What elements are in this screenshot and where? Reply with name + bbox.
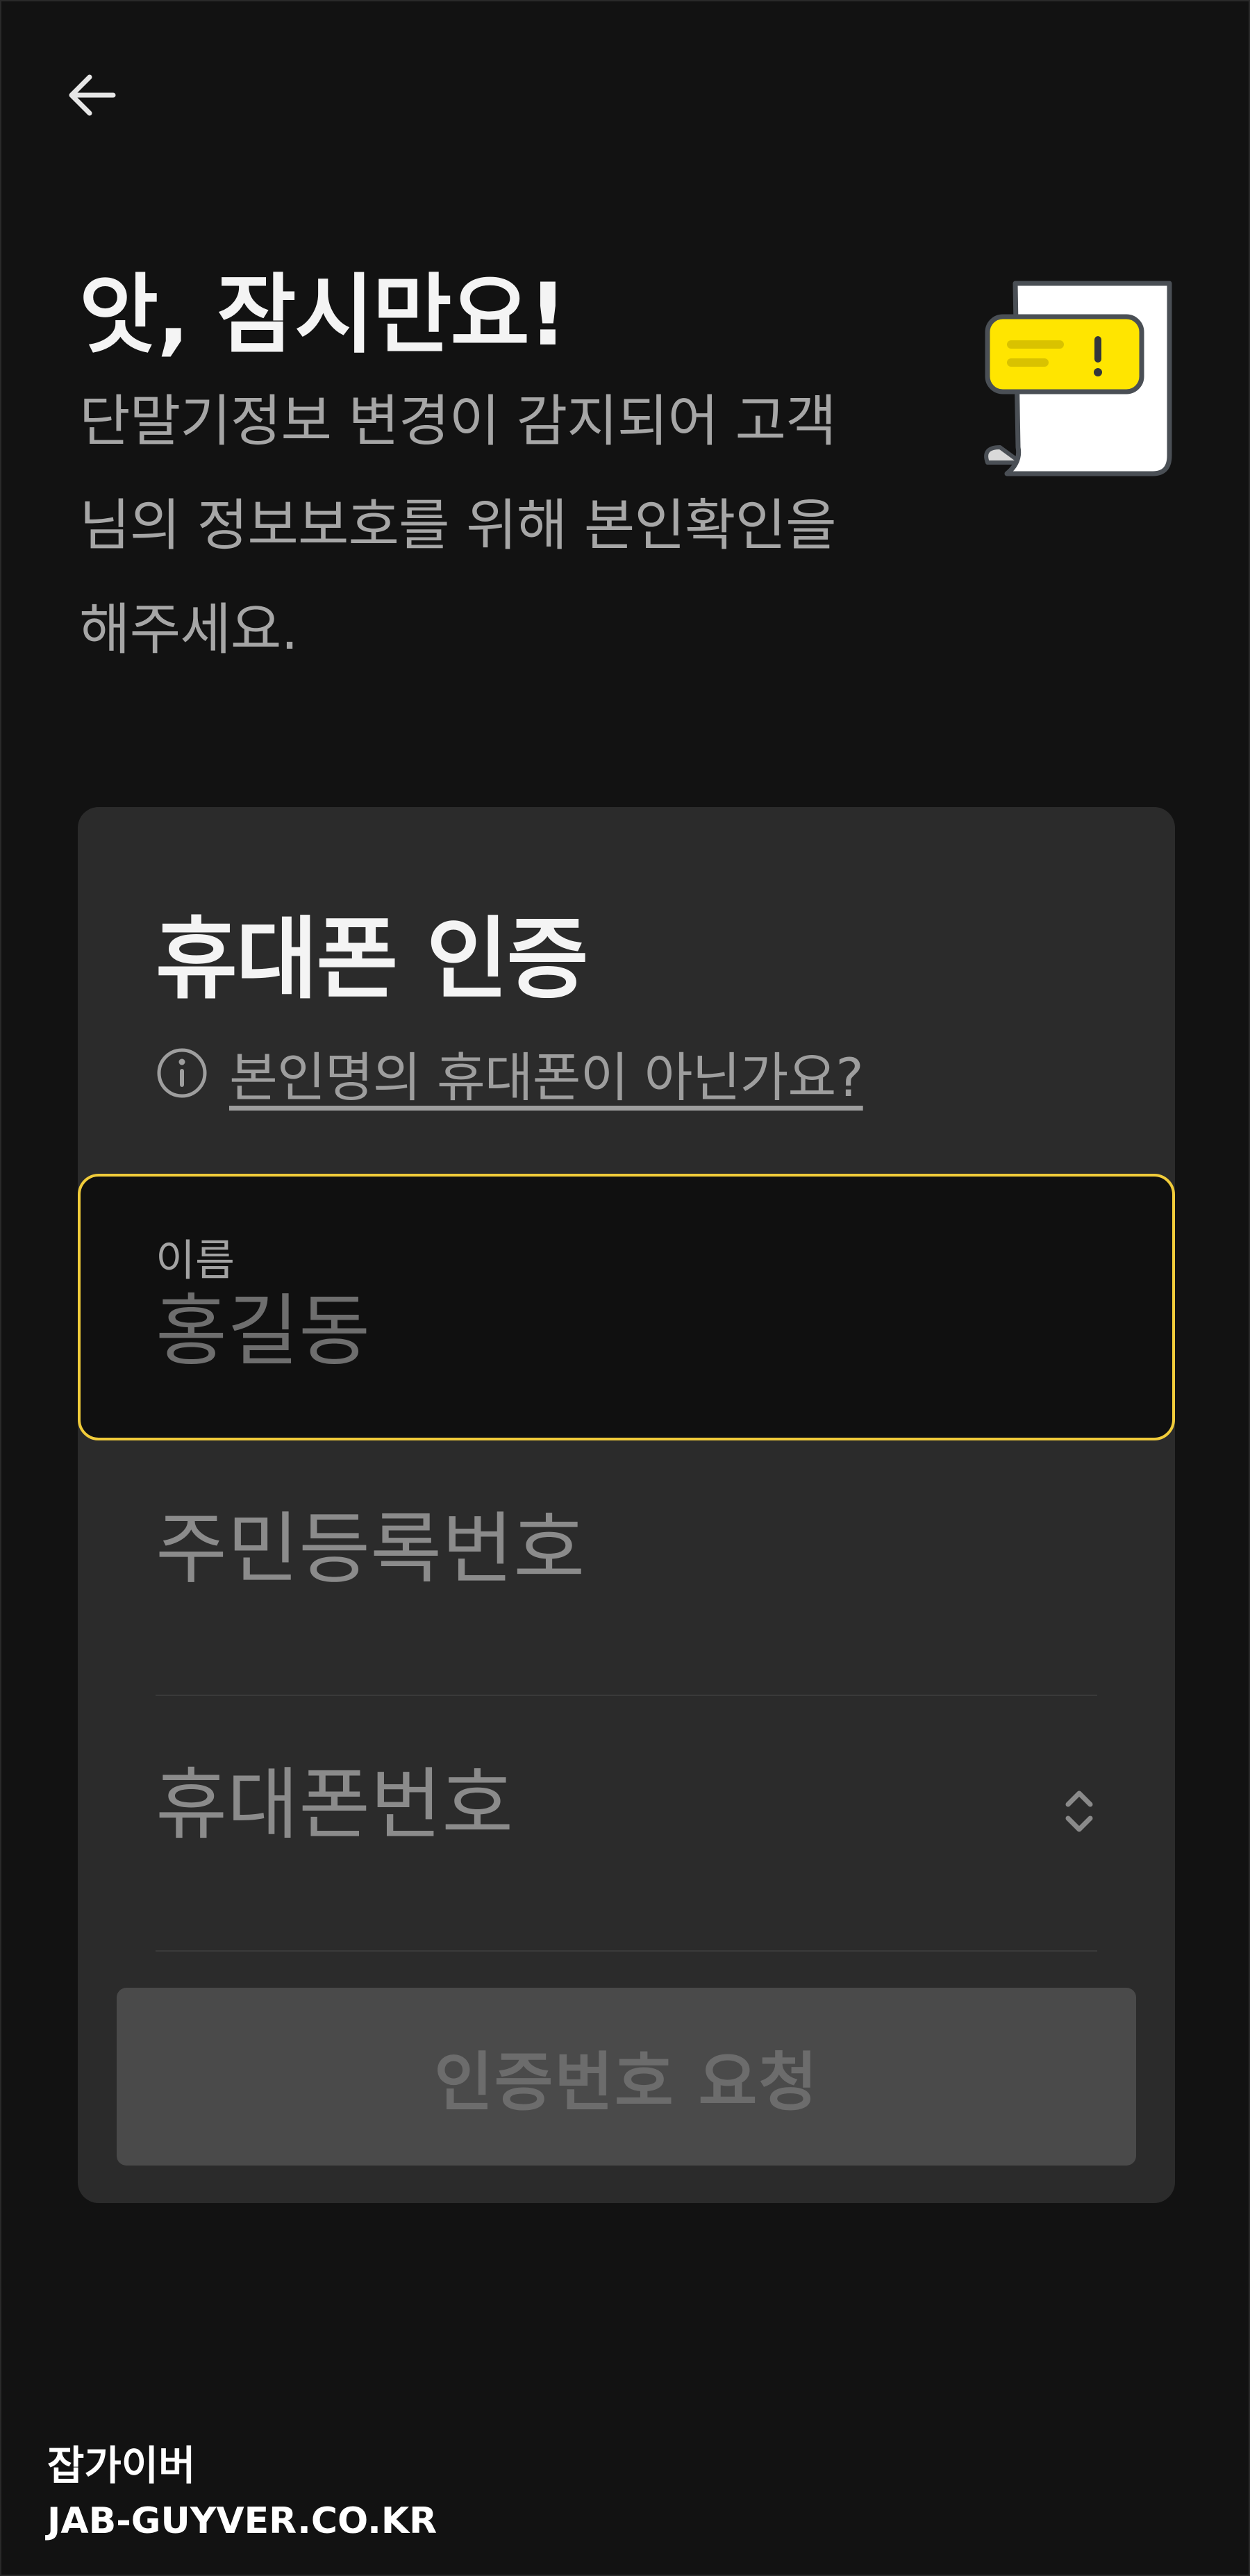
watermark-url: JAB-GUYVER.CO.KR (47, 2500, 438, 2542)
identity-verification-screen: 앗, 잠시만요! 단말기정보 변경이 감지되어 고객님의 정보보호를 위해 본인… (0, 0, 1250, 2576)
not-my-phone-link[interactable]: 본인명의 휴대폰이 아닌가요? (229, 1035, 864, 1111)
phone-verification-card: 휴대폰 인증 본인명의 휴대폰이 아닌가요? 이름 인증번호 요청 (78, 807, 1175, 2203)
arrow-left-icon (69, 74, 116, 116)
help-row: 본인명의 휴대폰이 아닌가요? (156, 1035, 864, 1111)
chevron-up-down-icon[interactable] (1061, 1784, 1097, 1839)
document-alert-icon (984, 281, 1172, 476)
rrn-input[interactable] (156, 1504, 989, 1595)
page-description: 단말기정보 변경이 감지되어 고객님의 정보보호를 위해 본인확인을 해주세요. (79, 389, 837, 662)
watermark: 잡가이버 JAB-GUYVER.CO.KR (47, 2438, 437, 2549)
name-input[interactable] (156, 1286, 1100, 1377)
back-button[interactable] (54, 57, 131, 133)
phone-field[interactable] (156, 1696, 1097, 1952)
info-icon (157, 1048, 207, 1098)
phone-input[interactable] (156, 1760, 989, 1850)
request-code-button[interactable]: 인증번호 요청 (117, 1988, 1136, 2166)
name-field-label: 이름 (156, 1235, 235, 1286)
page-title: 앗, 잠시만요! (79, 265, 567, 365)
rrn-field[interactable] (156, 1440, 1097, 1696)
watermark-text: 잡가이버 (47, 2442, 196, 2489)
card-title: 휴대폰 인증 (156, 908, 588, 1011)
name-field[interactable]: 이름 (78, 1174, 1175, 1440)
